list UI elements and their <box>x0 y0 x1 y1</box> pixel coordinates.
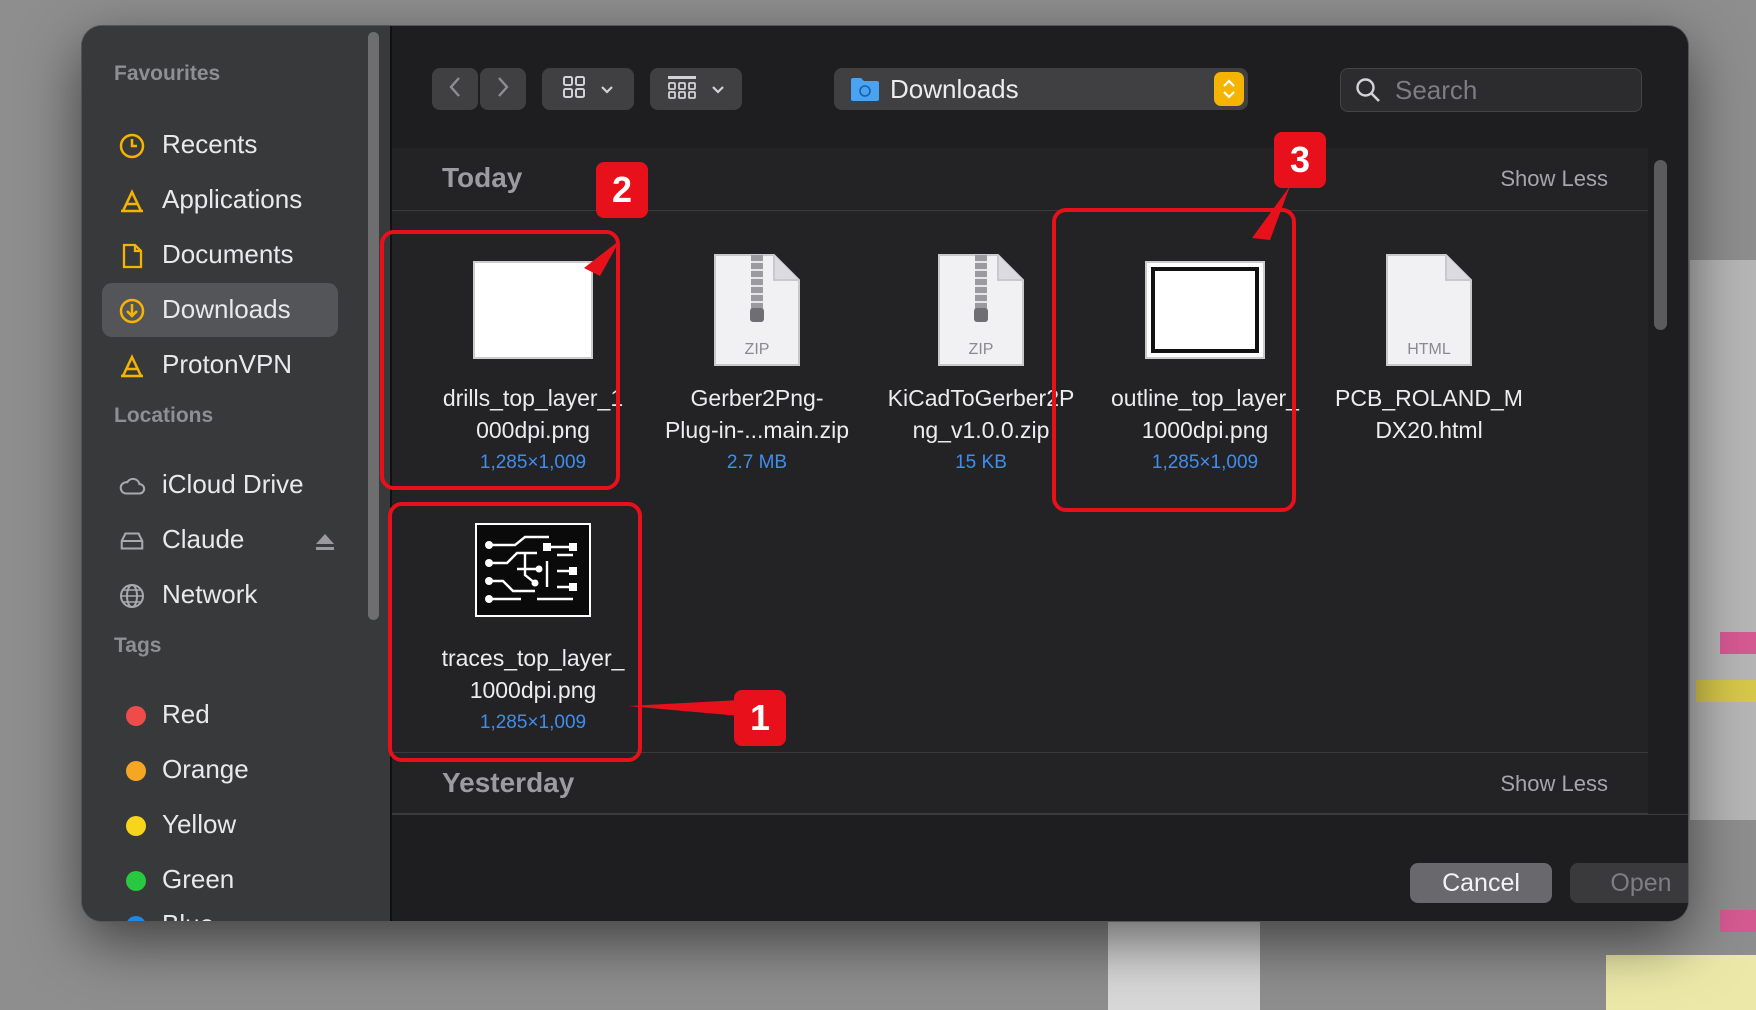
view-mode-button[interactable] <box>542 68 634 110</box>
sidebar-tag-orange[interactable]: Orange <box>102 743 338 797</box>
sidebar-scrollbar[interactable] <box>368 32 379 620</box>
sidebar-item-label: Green <box>162 864 235 894</box>
sidebar-item-label: Downloads <box>162 294 291 324</box>
sidebar-item-applications[interactable]: Applications <box>102 173 338 227</box>
tag-color-dot <box>126 871 146 891</box>
location-popup[interactable]: Downloads <box>834 68 1248 110</box>
download-icon <box>118 297 146 325</box>
show-less-button[interactable]: Show Less <box>1500 166 1608 192</box>
annotation-box <box>388 502 642 762</box>
group-title: Today <box>442 162 523 193</box>
stepper-chevrons-icon <box>1214 72 1244 106</box>
sidebar-tag-red[interactable]: Red <box>102 688 338 742</box>
background-form <box>1108 920 1260 1010</box>
sidebar-item-documents[interactable]: Documents <box>102 228 338 282</box>
file-name: PCB_ROLAND_M DX20.html <box>1335 385 1523 443</box>
back-button[interactable] <box>432 68 478 110</box>
annotation-box <box>380 230 620 490</box>
cloud-icon <box>118 472 146 500</box>
sidebar-item-label: Blue <box>162 909 214 921</box>
search-icon <box>1355 77 1381 107</box>
search-field[interactable] <box>1340 68 1642 112</box>
background-tag <box>1696 680 1756 702</box>
background-note <box>1606 955 1756 1010</box>
sidebar-tag-blue[interactable]: Blue <box>102 898 338 921</box>
applications-icon <box>118 352 146 380</box>
eject-icon[interactable] <box>314 533 336 555</box>
annotation-box <box>1052 208 1296 512</box>
chevron-right-icon <box>496 76 510 102</box>
svg-text:ZIP: ZIP <box>969 341 994 358</box>
tag-color-dot <box>126 916 146 921</box>
sidebar-item-claude[interactable]: Claude <box>102 513 338 567</box>
sidebar-item-label: ProtonVPN <box>162 349 293 379</box>
background-app-panel <box>1690 260 1756 820</box>
sidebar-tag-yellow[interactable]: Yellow <box>102 798 338 852</box>
sidebar-item-label: Claude <box>162 524 245 554</box>
tags-header: Tags <box>114 634 162 657</box>
favourites-header: Favourites <box>114 62 221 85</box>
cancel-button[interactable]: Cancel <box>1410 863 1552 903</box>
location-label: Downloads <box>890 74 1019 104</box>
file-name: Gerber2Png- Plug-in-...main.zip <box>664 385 850 443</box>
group-title: Yesterday <box>442 767 575 798</box>
sidebar-item-protonvpn[interactable]: ProtonVPN <box>102 338 338 392</box>
sidebar-item-icloud-drive[interactable]: iCloud Drive <box>102 458 338 512</box>
sidebar: Favourites Recents Applications Document… <box>82 26 392 921</box>
grid-view-icon <box>562 75 586 103</box>
locations-header: Locations <box>114 404 214 427</box>
show-less-button[interactable]: Show Less <box>1500 771 1608 797</box>
sidebar-item-recents[interactable]: Recents <box>102 118 338 172</box>
file-item-gerber2png-zip[interactable]: ZIP Gerber2Png- Plug-in-...main.zip 2.7 M… <box>646 244 868 484</box>
dialog-footer: Cancel Open <box>392 814 1688 921</box>
annotation-badge-3: 3 <box>1274 132 1326 188</box>
group-by-button[interactable] <box>650 68 742 110</box>
tag-color-dot <box>126 706 146 726</box>
drive-icon <box>118 527 146 555</box>
file-meta: 2.7 MB <box>726 452 788 473</box>
chevron-left-icon <box>448 76 462 102</box>
html-file-icon: HTML <box>1318 244 1540 376</box>
sidebar-item-label: Documents <box>162 239 294 269</box>
background-tag <box>1720 632 1756 654</box>
applications-icon <box>118 187 146 215</box>
group-header-today: Today Show Less <box>392 148 1648 211</box>
search-input[interactable] <box>1393 73 1633 107</box>
annotation-badge-2: 2 <box>596 162 648 218</box>
zip-file-icon: ZIP <box>646 244 868 376</box>
sidebar-item-label: Applications <box>162 184 303 214</box>
tag-color-dot <box>126 761 146 781</box>
svg-text:HTML: HTML <box>1407 341 1451 358</box>
file-item-pcb-roland-html[interactable]: HTML PCB_ROLAND_M DX20.html <box>1318 244 1540 484</box>
sidebar-item-label: Orange <box>162 754 249 784</box>
sidebar-item-label: Yellow <box>162 809 237 839</box>
chevron-down-icon <box>711 80 725 99</box>
annotation-badge-1: 1 <box>734 690 786 746</box>
clock-icon <box>118 132 146 160</box>
open-button[interactable]: Open <box>1570 863 1688 903</box>
content-scrollbar[interactable] <box>1654 160 1667 330</box>
tag-color-dot <box>126 816 146 836</box>
sidebar-item-downloads[interactable]: Downloads <box>102 283 338 337</box>
group-grid-icon <box>667 75 697 103</box>
sidebar-item-network[interactable]: Network <box>102 568 338 622</box>
file-open-dialog: Favourites Recents Applications Document… <box>82 26 1688 921</box>
sidebar-item-label: Network <box>162 579 258 609</box>
folder-icon <box>850 76 880 106</box>
forward-button[interactable] <box>480 68 526 110</box>
background-tag <box>1720 910 1756 932</box>
document-icon <box>118 242 146 270</box>
chevron-down-icon <box>600 80 614 99</box>
svg-text:ZIP: ZIP <box>745 341 770 358</box>
sidebar-item-label: iCloud Drive <box>162 469 304 499</box>
globe-icon <box>118 582 146 610</box>
sidebar-item-label: Red <box>162 699 210 729</box>
sidebar-item-label: Recents <box>162 129 258 159</box>
